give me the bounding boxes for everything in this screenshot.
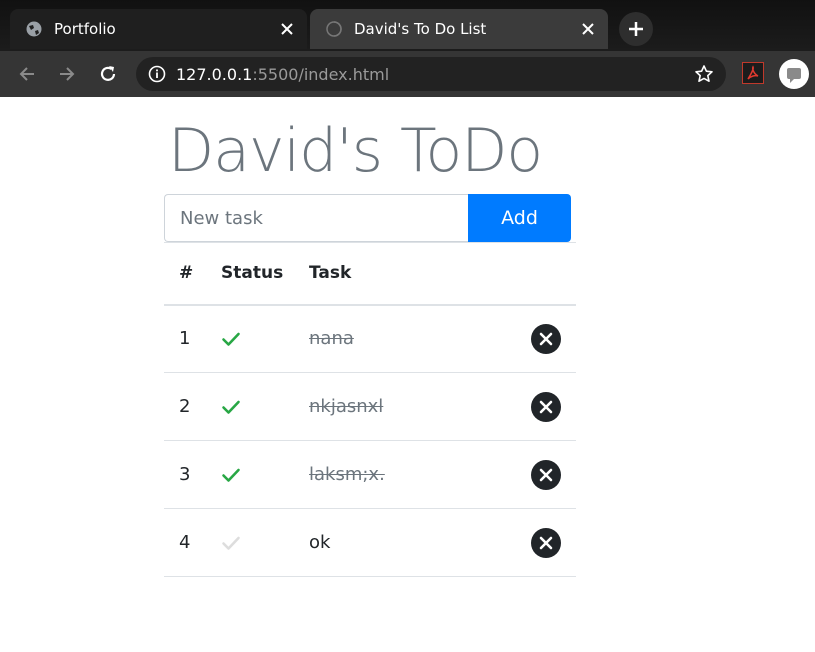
pdf-extension-button[interactable] [742,62,764,84]
table-row: 4 ok [164,508,576,577]
row-number: 3 [164,440,206,509]
new-task-form: Add [164,194,571,242]
url-text: 127.0.0.1:5500/index.html [176,65,389,84]
row-status [206,508,294,577]
forward-button[interactable] [55,62,79,86]
star-icon[interactable] [694,64,714,84]
check-icon[interactable] [221,397,241,417]
delete-button[interactable] [531,391,561,422]
close-icon [539,468,553,481]
row-number: 2 [164,372,206,441]
pdf-icon [747,65,759,80]
row-task-text[interactable]: nana [294,304,516,373]
profile-icon [787,68,801,83]
close-icon[interactable] [578,19,598,39]
plus-icon [629,22,643,36]
row-status [206,372,294,441]
row-task-text[interactable]: ok [294,508,516,577]
page-title: David's ToDo [168,116,543,186]
new-tab-button[interactable] [619,12,653,46]
tab-title: Portfolio [54,20,116,38]
delete-button[interactable] [531,527,561,558]
row-task-text[interactable]: laksm;x. [294,440,516,509]
delete-button[interactable] [531,459,561,490]
url-host: 127.0.0.1 [176,64,253,84]
row-delete [516,304,576,373]
check-icon[interactable] [221,465,241,485]
reload-button[interactable] [96,62,120,86]
back-button[interactable] [15,62,39,86]
header-number: # [164,242,206,306]
row-delete [516,508,576,577]
table-row: 2 nkjasnxl [164,372,576,441]
close-icon [539,332,553,346]
header-actions [516,242,576,306]
profile-button[interactable] [779,59,809,89]
close-icon [539,400,553,413]
browser-tab-strip: Portfolio David's To Do List [0,0,815,51]
task-rows: 1 nana 2 nkjasnxl 3 laksm;x. 4 ok [164,304,576,577]
reload-icon [100,66,116,81]
address-bar[interactable]: 127.0.0.1:5500/index.html [136,57,726,91]
row-number: 1 [164,304,206,373]
check-icon[interactable] [221,533,241,553]
tab-todo-list[interactable]: David's To Do List [310,9,608,49]
forward-arrow-icon [60,67,75,81]
row-delete [516,372,576,441]
header-task: Task [294,242,516,306]
tab-title: David's To Do List [354,20,487,38]
task-table: # Status Task 1 nana 2 nkjasnxl 3 laksm;… [164,242,576,577]
table-header-row: # Status Task [164,242,576,306]
delete-button[interactable] [531,323,561,354]
row-task-text[interactable]: nkjasnxl [294,372,516,441]
table-row: 3 laksm;x. [164,440,576,509]
table-row: 1 nana [164,304,576,373]
tab-portfolio[interactable]: Portfolio [10,9,307,49]
close-icon [539,536,553,549]
header-status: Status [206,242,294,306]
globe-icon [26,21,42,37]
info-icon[interactable] [148,65,166,83]
check-icon[interactable] [221,329,241,349]
row-number: 4 [164,508,206,577]
back-arrow-icon [19,67,34,81]
row-status [206,440,294,509]
browser-toolbar: 127.0.0.1:5500/index.html [0,51,815,97]
new-task-input[interactable] [164,194,468,242]
globe-icon [326,21,342,37]
url-path: :5500/index.html [252,64,390,84]
add-button[interactable]: Add [468,194,571,242]
row-delete [516,440,576,509]
row-status [206,304,294,373]
close-icon[interactable] [277,19,297,39]
